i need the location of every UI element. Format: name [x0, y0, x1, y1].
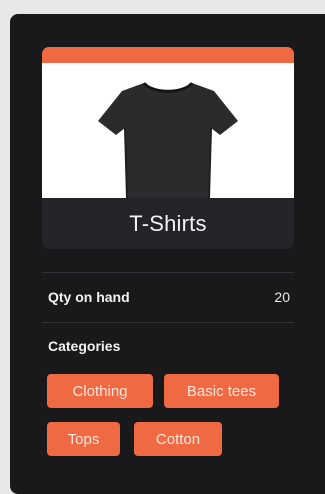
- product-card[interactable]: T-Shirts: [42, 47, 294, 249]
- category-chip-tops[interactable]: Tops: [47, 422, 120, 456]
- category-chip-basic-tees[interactable]: Basic tees: [164, 374, 279, 408]
- categories-heading: Categories: [48, 338, 121, 354]
- category-chip-clothing[interactable]: Clothing: [47, 374, 153, 408]
- qty-value: 20: [274, 289, 290, 305]
- tshirt-icon: [98, 81, 238, 198]
- qty-label: Qty on hand: [48, 289, 130, 305]
- category-chip-cotton[interactable]: Cotton: [134, 422, 222, 456]
- product-image: [42, 63, 294, 198]
- divider-bottom: [42, 322, 294, 323]
- divider-top: [42, 272, 294, 273]
- product-title: T-Shirts: [129, 210, 207, 236]
- card-accent-bar: [42, 47, 294, 63]
